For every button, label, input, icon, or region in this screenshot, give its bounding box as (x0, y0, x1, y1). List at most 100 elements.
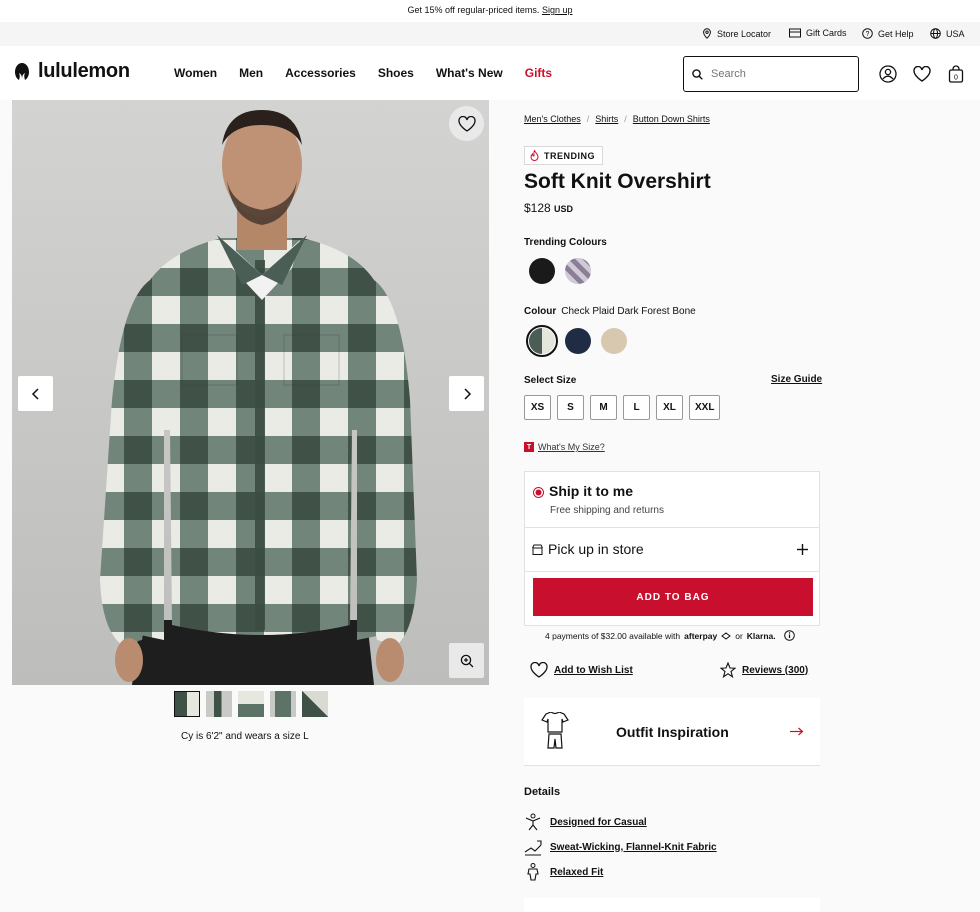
nav-whats-new[interactable]: What's New (436, 66, 503, 80)
product-hero-image[interactable] (12, 100, 489, 685)
pickup-in-store-option[interactable]: Pick up in store (524, 528, 820, 572)
brand-name: lululemon (38, 60, 130, 82)
size-xxl[interactable]: XXL (689, 395, 721, 420)
trending-badge: TRENDING (524, 146, 603, 165)
breadcrumb-separator: / (624, 114, 627, 124)
detail-fabric-label: Sweat-Wicking, Flannel-Knit Fabric (550, 841, 717, 853)
account-icon (879, 65, 897, 83)
size-guide-link[interactable]: Size Guide (771, 374, 822, 385)
region-selector[interactable]: USA (930, 28, 965, 39)
flame-icon (530, 150, 539, 161)
reviews-label: Reviews (300) (742, 664, 809, 676)
nav-shoes[interactable]: Shoes (378, 66, 414, 80)
trending-colours-label: Trending Colours (524, 237, 607, 248)
search-box[interactable] (683, 56, 859, 92)
arrow-right-icon (790, 727, 804, 736)
store-locator-label: Store Locator (717, 28, 772, 39)
price-amount: $128 (524, 201, 551, 215)
heart-icon (913, 66, 931, 82)
ship-to-me-option[interactable]: Ship it to me Free shipping and returns (524, 471, 820, 528)
favorite-button[interactable] (449, 106, 484, 141)
primary-nav-links: Women Men Accessories Shoes What's New G… (174, 66, 574, 80)
info-icon (783, 630, 795, 641)
bag-icon: 0 (948, 65, 964, 83)
breadcrumb-button-down-shirts[interactable]: Button Down Shirts (633, 114, 710, 124)
size-xs[interactable]: XS (524, 395, 551, 420)
colour-swatch-navy[interactable] (565, 328, 591, 354)
bag-button[interactable]: 0 (946, 64, 966, 84)
nav-accessories[interactable]: Accessories (285, 66, 356, 80)
heart-icon (457, 115, 476, 132)
next-section-card (524, 898, 820, 912)
size-s[interactable]: S (557, 395, 584, 420)
size-xl[interactable]: XL (656, 395, 683, 420)
nav-men[interactable]: Men (239, 66, 263, 80)
search-input[interactable] (711, 68, 831, 80)
thumbnail-1[interactable] (174, 691, 200, 717)
region-label: USA (946, 28, 965, 39)
gift-cards-label: Gift Cards (806, 28, 847, 38)
thumbnail-4[interactable] (270, 691, 296, 717)
reviews-link[interactable]: Reviews (300) (720, 662, 808, 678)
nav-gifts[interactable]: Gifts (525, 66, 552, 80)
radio-selected-icon (533, 487, 544, 498)
search-icon (692, 68, 703, 80)
zoom-in-icon (460, 654, 473, 667)
person-casual-icon (525, 813, 541, 831)
gift-card-icon (789, 28, 801, 38)
sweat-wicking-icon (524, 840, 542, 856)
add-to-wishlist-button[interactable]: Add to Wish List (530, 662, 633, 678)
breadcrumb: Men's Clothes / Shirts / Button Down Shi… (524, 114, 710, 124)
map-pin-icon (703, 28, 711, 39)
heart-icon (530, 662, 548, 678)
relaxed-fit-icon (527, 863, 539, 881)
wishlist-nav-button[interactable] (912, 64, 932, 84)
breadcrumb-separator: / (586, 114, 590, 124)
product-title: Soft Knit Overshirt (524, 170, 711, 193)
add-to-bag-container: ADD TO BAG (524, 572, 820, 626)
whats-my-size-link[interactable]: T What's My Size? (524, 442, 605, 452)
bag-count: 0 (954, 75, 958, 82)
nav-women[interactable]: Women (174, 66, 217, 80)
thumbnail-5[interactable] (302, 691, 328, 717)
true-fit-icon: T (524, 442, 534, 452)
store-locator-link[interactable]: Store Locator (702, 28, 771, 39)
outfit-inspiration-card[interactable]: Outfit Inspiration (524, 698, 820, 766)
trending-swatch-plaid-purple[interactable] (565, 258, 591, 284)
gallery-next-button[interactable] (449, 376, 484, 411)
colour-label-text: Colour (524, 306, 557, 317)
product-price: $128 USD (524, 201, 573, 215)
or-text: or (735, 630, 743, 641)
size-m[interactable]: M (590, 395, 617, 420)
gift-cards-link[interactable]: Gift Cards (789, 28, 847, 38)
lululemon-logo-icon (15, 62, 29, 80)
size-l[interactable]: L (623, 395, 650, 420)
detail-item-fit[interactable]: Relaxed Fit (524, 863, 603, 881)
gallery-thumbnails (174, 691, 328, 717)
breadcrumb-shirts[interactable]: Shirts (595, 114, 618, 124)
klarna-brand: Klarna. (746, 630, 776, 641)
ship-subtitle: Free shipping and returns (550, 505, 664, 516)
detail-item-casual[interactable]: Designed for Casual (524, 813, 647, 831)
ship-title: Ship it to me (549, 483, 633, 499)
thumbnail-2[interactable] (206, 691, 232, 717)
colour-swatch-bone[interactable] (601, 328, 627, 354)
promo-signup-link[interactable]: Sign up (542, 5, 573, 15)
add-to-bag-button[interactable]: ADD TO BAG (533, 578, 813, 616)
price-currency: USD (554, 204, 574, 214)
svg-text:?: ? (866, 31, 870, 38)
trending-swatch-black[interactable] (529, 258, 555, 284)
afterpay-brand: afterpay (684, 630, 718, 641)
gallery-prev-button[interactable] (18, 376, 53, 411)
detail-fit-label: Relaxed Fit (550, 866, 604, 878)
breadcrumb-mens-clothes[interactable]: Men's Clothes (524, 114, 581, 124)
brand-logo[interactable]: lululemon (12, 60, 130, 83)
store-icon (532, 544, 543, 555)
detail-item-fabric[interactable]: Sweat-Wicking, Flannel-Knit Fabric (524, 838, 717, 856)
account-button[interactable] (878, 64, 898, 84)
thumbnail-3[interactable] (238, 691, 264, 717)
get-help-link[interactable]: ? Get Help (862, 28, 914, 39)
afterpay-logo-icon (721, 631, 732, 640)
zoom-button[interactable] (449, 643, 484, 678)
colour-swatch-plaid-forest[interactable] (529, 328, 555, 354)
